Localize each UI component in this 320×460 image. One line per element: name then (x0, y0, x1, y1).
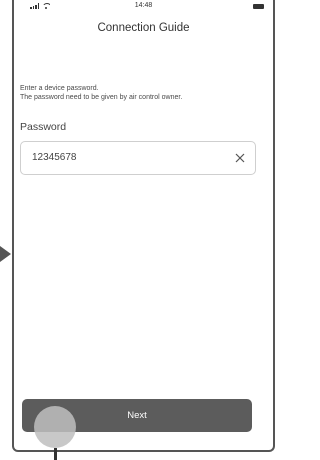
page-title: Connection Guide (97, 22, 190, 34)
clear-icon[interactable] (233, 151, 247, 165)
screenshot-canvas: 14:48 Connection Guide Enter a device pa… (0, 0, 276, 460)
phone-screen: 14:48 Connection Guide (12, 0, 275, 452)
status-bar: 14:48 (14, 0, 273, 14)
instruction-line-2: The password need to be given by air con… (20, 94, 183, 101)
password-input[interactable] (32, 142, 212, 174)
pointer-arrow-icon (0, 246, 11, 262)
password-label: Password (20, 121, 67, 133)
instructions-text: Enter a device password. The password ne… (20, 84, 255, 102)
password-field[interactable] (20, 141, 256, 175)
status-time: 14:48 (134, 2, 153, 9)
touch-indicator-stem (54, 448, 57, 460)
touch-indicator (34, 406, 76, 448)
instruction-line-1: Enter a device password. (20, 85, 99, 92)
battery-icon (253, 4, 264, 9)
